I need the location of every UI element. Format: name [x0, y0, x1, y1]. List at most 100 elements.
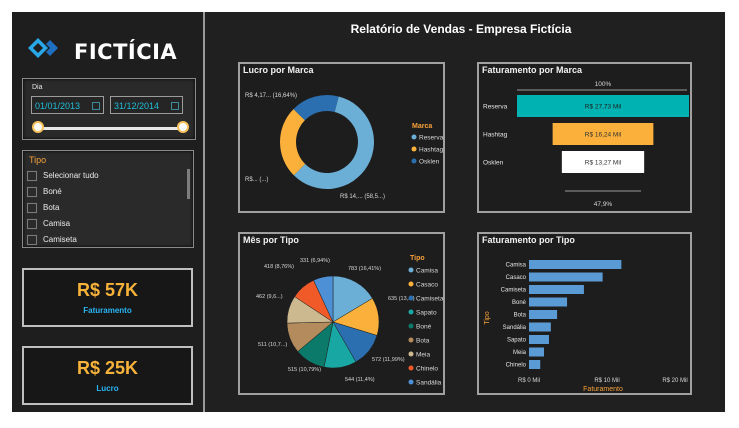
checkbox[interactable] [27, 234, 37, 245]
end-date-value: 31/12/2014 [114, 101, 160, 111]
legend-item: Casaco [416, 282, 438, 289]
category-label: Camiseta [501, 288, 527, 294]
bottom-percent-label: 47,9% [594, 201, 613, 208]
data-label: R$ 13,27 Mil [585, 160, 622, 167]
logo-text: FICTÍCIA [74, 40, 178, 64]
category-label: Sapato [507, 338, 527, 344]
legend-marker [408, 295, 414, 301]
checkbox[interactable] [27, 218, 37, 229]
panel-faturamento-por-marca[interactable]: Faturamento por Marca 100% R$ 27,73 Mil Re… [477, 62, 692, 213]
bar-sapato [529, 335, 549, 344]
bar-casaco [529, 272, 603, 282]
bar-bone [529, 297, 568, 307]
tipo-option-camiseta[interactable]: Camiseta [27, 233, 77, 247]
data-label: 515 (10,79%) [288, 367, 321, 373]
tipo-option-label: Selecionar tudo [43, 171, 99, 180]
start-date-value: 01/01/2013 [35, 101, 81, 111]
category-label: Camisa [506, 263, 527, 269]
legend-title: Tipo [410, 255, 425, 262]
legend-marker [411, 158, 417, 164]
data-label: 572 (11,99%) [372, 357, 405, 363]
data-label: R$ 16,24 Mil [585, 132, 622, 139]
donut-slice-hashtag [280, 109, 306, 176]
legend-item: Camisa [416, 268, 438, 275]
tipo-option-bone[interactable]: Boné [27, 185, 62, 199]
tipo-option-label: Bota [43, 203, 60, 212]
legend-item: Chinelo [416, 366, 438, 373]
kpi-lucro: R$ 25K Lucro [22, 346, 193, 405]
date-range-slider[interactable] [38, 127, 184, 130]
legend-item: Sapato [416, 310, 437, 317]
panel-lucro-por-marca[interactable]: Lucro por Marca R$ 14,... (58,5...) R$...… [238, 62, 445, 213]
end-date-input[interactable]: 31/12/2014 [110, 96, 183, 114]
date-filter: Dia 01/01/2013 31/12/2014 [22, 78, 196, 140]
data-label: R$ 14,... (58,5...) [340, 194, 385, 200]
data-label: R$ 27,73 Mil [585, 104, 622, 111]
category-label: Hashtag [483, 132, 508, 139]
kpi-label: Lucro [96, 384, 119, 393]
x-tick-label: R$ 20 Mil [662, 378, 687, 384]
x-tick-label: R$ 10 Mil [594, 378, 619, 384]
legend-marker [408, 323, 414, 329]
bar-sandalia [529, 322, 551, 332]
slider-start-handle[interactable] [32, 121, 44, 133]
tipo-option-selecionar-tudo[interactable]: Selecionar tudo [27, 169, 99, 183]
bar-meia [529, 347, 544, 357]
legend-marker [408, 309, 414, 315]
data-label: 511 (10,7...) [258, 342, 287, 348]
x-tick-label: R$ 0 Mil [518, 378, 540, 384]
legend-marker [408, 379, 414, 385]
category-label: Bota [514, 313, 527, 319]
slider-end-handle[interactable] [177, 121, 189, 133]
calendar-icon[interactable] [171, 102, 179, 110]
tipo-option-label: Camiseta [43, 235, 77, 244]
panel-faturamento-por-tipo[interactable]: Faturamento por Tipo Camisa Casaco Camiset… [477, 232, 692, 395]
tipo-option-bota[interactable]: Bota [27, 201, 59, 215]
legend-item: Sandália [416, 380, 442, 387]
legend-item: Hashtag [419, 147, 443, 154]
calendar-icon[interactable] [92, 102, 100, 110]
top-percent-label: 100% [595, 81, 612, 88]
kpi-faturamento: R$ 57K Faturamento [22, 268, 193, 327]
bar-chinelo [529, 360, 541, 369]
category-label: Reserva [483, 104, 508, 111]
bar-bota [529, 310, 558, 319]
tipo-filter-title: Tipo [29, 155, 47, 165]
checkbox[interactable] [27, 202, 37, 213]
category-label: Chinelo [506, 363, 527, 369]
tipo-option-camisa[interactable]: Camisa [27, 217, 70, 231]
bar-camisa [529, 260, 622, 269]
legend-item: Camiseta [416, 296, 443, 303]
kpi-value: R$ 25K [76, 358, 139, 378]
data-label: 418 (8,76%) [264, 264, 294, 270]
legend-marker [408, 337, 414, 343]
logo: FICTÍCIA [26, 36, 186, 66]
kpi-label: Faturamento [83, 306, 132, 315]
scrollbar[interactable] [187, 169, 190, 199]
data-label: 331 (6,94%) [300, 258, 330, 264]
y-axis-label: Tipo [484, 311, 491, 324]
start-date-input[interactable]: 01/01/2013 [31, 96, 104, 114]
legend-marker [408, 267, 414, 273]
category-label: Boné [512, 300, 527, 306]
legend-title: Marca [412, 123, 432, 130]
data-label: R$... (...) [245, 177, 268, 183]
checkbox[interactable] [27, 186, 37, 197]
category-label: Casaco [506, 275, 527, 281]
panel-mes-por-tipo[interactable]: Mês por Tipo 783 (16,41%) 635 (13,...) 572… [238, 232, 445, 395]
category-label: Meia [513, 350, 527, 356]
tipo-option-label: Boné [43, 187, 62, 196]
x-axis-label: Faturamento [583, 386, 623, 393]
category-label: Sandália [503, 325, 527, 331]
legend-marker [408, 365, 414, 371]
checkbox[interactable] [27, 170, 37, 181]
logo-diamond-icon [28, 38, 58, 58]
kpi-value: R$ 57K [76, 280, 139, 300]
data-label: R$ 4,17... (16,64%) [245, 93, 297, 99]
tipo-filter: Tipo Selecionar tudo Boné Bota Camisa Ca… [22, 150, 194, 248]
legend-item: Bota [416, 338, 430, 345]
legend-marker [411, 134, 417, 140]
data-label: 544 (11,4%) [345, 377, 375, 383]
legend-marker [408, 351, 414, 357]
legend-marker [411, 146, 417, 152]
